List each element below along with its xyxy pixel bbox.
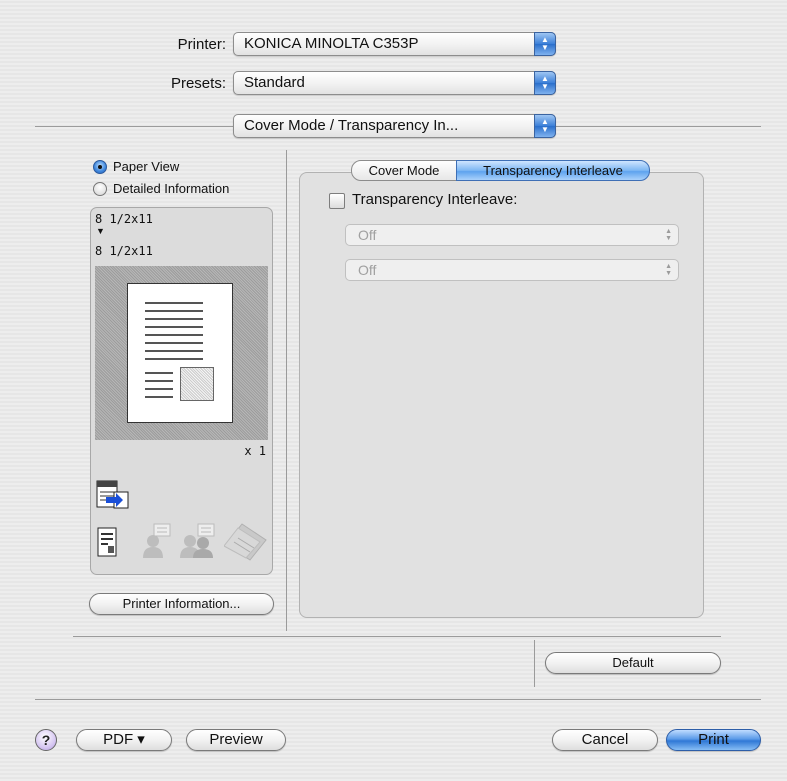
divider — [73, 636, 721, 637]
transparency-select-1: Off ▲ ▼ — [345, 224, 679, 246]
pane-value: Cover Mode / Transparency In... — [244, 117, 459, 134]
divider — [556, 126, 761, 127]
select-2-value: Off — [358, 262, 377, 278]
updown-arrows-icon: ▲ ▼ — [665, 228, 672, 242]
help-button[interactable]: ? — [35, 729, 57, 751]
transparency-select-2: Off ▲ ▼ — [345, 259, 679, 281]
presets-value: Standard — [244, 74, 305, 91]
cancel-button[interactable]: Cancel — [552, 729, 658, 751]
tab-transparency-interleave[interactable]: Transparency Interleave — [456, 160, 650, 181]
popup-arrows-icon: ▲ ▼ — [534, 32, 556, 56]
detailed-info-radio[interactable] — [93, 182, 107, 196]
printer-information-button[interactable]: Printer Information... — [89, 593, 274, 615]
document-icon — [97, 527, 117, 557]
copies-count: x 1 — [244, 444, 266, 458]
transparency-interleave-checkbox[interactable] — [329, 193, 345, 209]
preview-button[interactable]: Preview — [186, 729, 286, 751]
updown-arrows-icon: ▲ ▼ — [665, 263, 672, 277]
popup-arrows-icon: ▲ ▼ — [534, 71, 556, 95]
paper-source: 8 1/2x11 — [95, 212, 153, 226]
column-divider — [286, 150, 287, 631]
pdf-button[interactable]: PDF ▾ — [76, 729, 172, 751]
divider — [35, 699, 761, 700]
popup-arrows-icon: ▲ ▼ — [534, 114, 556, 138]
tab-cover-mode[interactable]: Cover Mode — [351, 160, 457, 181]
presets-label: Presets: — [170, 75, 226, 92]
paper-sheet-icon — [127, 283, 233, 423]
overlay-icon — [224, 523, 267, 561]
printer-label: Printer: — [177, 36, 226, 53]
pane-select[interactable]: Cover Mode / Transparency In... ▲ ▼ — [233, 114, 556, 138]
divider — [35, 126, 234, 127]
paper-output: 8 1/2x11 — [95, 244, 153, 258]
paper-view-radio[interactable] — [93, 160, 107, 174]
paper-arrow-icon: ▼ — [96, 226, 105, 236]
presets-select[interactable]: Standard ▲ ▼ — [233, 71, 556, 95]
detailed-info-label: Detailed Information — [113, 181, 230, 196]
select-1-value: Off — [358, 227, 377, 243]
default-button[interactable]: Default — [545, 652, 721, 674]
divider — [534, 640, 535, 687]
printer-select[interactable]: KONICA MINOLTA C353P ▲ ▼ — [233, 32, 556, 56]
transparency-interleave-icon — [96, 480, 129, 509]
transparency-interleave-label: Transparency Interleave: — [352, 191, 518, 208]
print-button[interactable]: Print — [666, 729, 761, 751]
printer-value: KONICA MINOLTA C353P — [244, 35, 419, 52]
user-group-icon — [180, 523, 215, 558]
user-icon — [143, 523, 171, 558]
paper-view-label: Paper View — [113, 159, 180, 174]
